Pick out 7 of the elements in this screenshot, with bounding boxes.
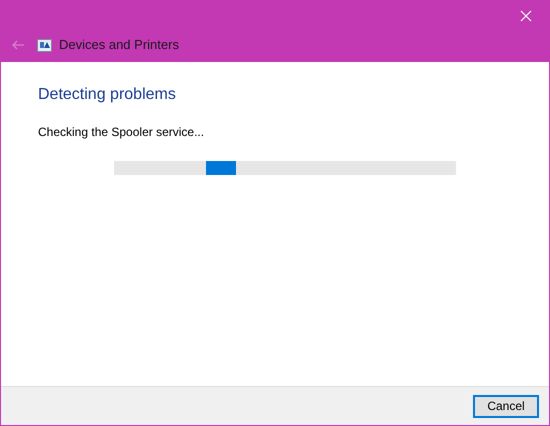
cancel-button[interactable]: Cancel <box>473 394 539 418</box>
close-icon <box>520 10 532 22</box>
status-text: Checking the Spooler service... <box>38 124 206 141</box>
printer-icon <box>37 38 52 52</box>
window-title: Devices and Printers <box>59 36 179 54</box>
page-heading: Detecting problems <box>38 85 177 105</box>
back-arrow-icon <box>11 40 25 50</box>
